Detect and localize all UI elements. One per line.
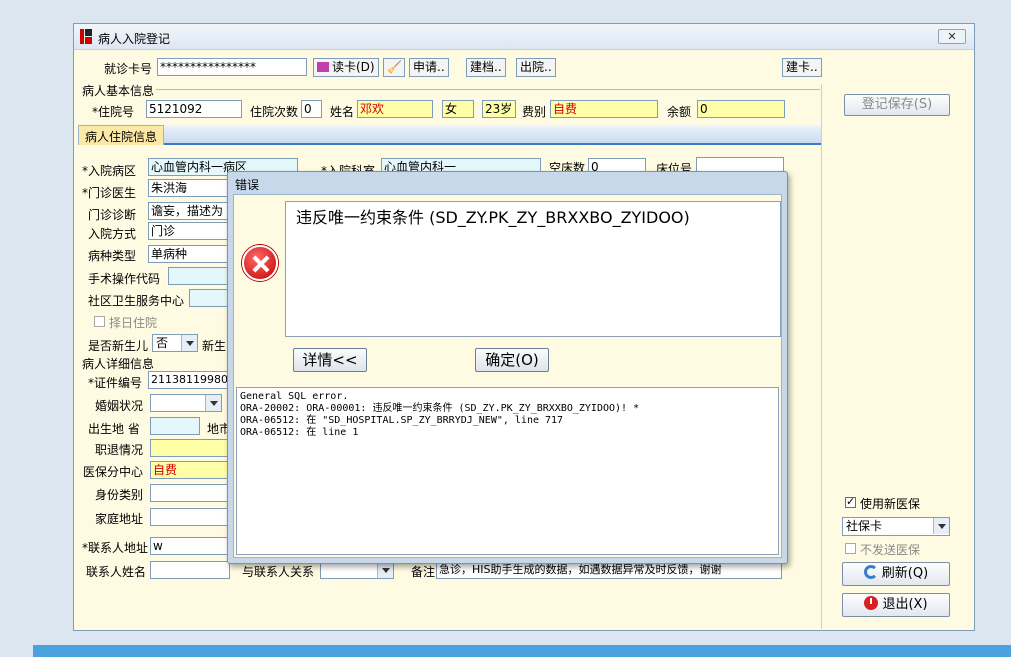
surgery-code-label: 手术操作代码: [88, 272, 161, 286]
balance-label: 余额: [667, 105, 692, 119]
build-card-button[interactable]: 建卡..: [782, 58, 822, 77]
card-number-label: 就诊卡号: [104, 62, 153, 76]
divider: [156, 89, 820, 90]
community-label: 社区卫生服务中心: [88, 294, 185, 308]
occupation-input[interactable]: [150, 439, 230, 457]
contact-address-input[interactable]: w: [150, 537, 230, 555]
dialog-title: 错误: [235, 178, 260, 192]
surgery-code-input[interactable]: [168, 267, 228, 285]
name-label: 姓名: [330, 105, 355, 119]
method-input[interactable]: 门诊: [148, 222, 228, 240]
marital-select[interactable]: [150, 394, 222, 412]
inpatient-no-input[interactable]: 5121092: [146, 100, 242, 118]
relation-label: 与联系人关系: [242, 565, 315, 579]
read-card-label: 读卡(D): [332, 60, 375, 74]
chevron-down-icon: [377, 562, 393, 578]
birthplace-label: 出生地 省: [88, 422, 140, 436]
address-input[interactable]: [150, 508, 230, 526]
error-dialog: 错误 违反唯一约束条件 (SD_ZY.PK_ZY_BRXXBO_ZYIDOO) …: [227, 171, 788, 564]
fee-type-input[interactable]: 自费: [550, 100, 658, 118]
id-label: 证件编号: [88, 374, 142, 391]
remark-label: 备注: [411, 565, 436, 579]
exit-label: 退出(X): [882, 597, 928, 612]
select-date-checkbox[interactable]: [94, 316, 105, 327]
newborn-suffix-label: 新生: [202, 339, 227, 353]
diagnosis-label: 门诊诊断: [88, 208, 137, 222]
times-label: 住院次数: [250, 105, 299, 119]
dialog-body: 违反唯一约束条件 (SD_ZY.PK_ZY_BRXXBO_ZYIDOO) 详情<…: [233, 194, 782, 558]
balance-input[interactable]: 0: [697, 100, 785, 118]
error-details: General SQL error. ORA-20002: ORA-00001:…: [236, 387, 779, 555]
card-reader-icon: [317, 62, 329, 72]
name-input[interactable]: 邓欢: [357, 100, 433, 118]
refresh-label: 刷新(Q): [881, 566, 929, 581]
read-card-button[interactable]: 读卡(D): [313, 58, 379, 77]
card-type-value: 社保卡: [846, 519, 883, 533]
use-new-insurance-label: 使用新医保: [860, 497, 921, 511]
newborn-label: 是否新生儿: [88, 339, 149, 353]
address-label: 家庭地址: [95, 512, 144, 526]
discharge-button[interactable]: 出院..: [516, 58, 556, 77]
chevron-down-icon: [205, 395, 221, 411]
identity-input[interactable]: [150, 484, 230, 502]
insurance-center-label: 医保分中心: [83, 465, 144, 479]
detail-section-title: 病人详细信息: [82, 357, 155, 371]
contact-name-label: 联系人姓名: [86, 565, 147, 579]
fee-type-label: 费别: [522, 105, 547, 119]
contact-address-label: 联系人地址: [82, 539, 148, 556]
refresh-button[interactable]: 刷新(Q): [842, 562, 950, 586]
doctor-input[interactable]: 朱洪海: [148, 179, 228, 197]
card-type-select[interactable]: 社保卡: [842, 517, 950, 536]
window-title: 病人入院登记: [98, 32, 171, 46]
insurance-center-input[interactable]: 自费: [150, 461, 230, 479]
tab-strip: 病人住院信息: [78, 125, 821, 145]
select-date-label: 择日住院: [109, 316, 158, 330]
disease-type-input[interactable]: 单病种: [148, 245, 228, 263]
app-icon: [80, 29, 92, 44]
inpatient-no-label: 住院号: [92, 103, 134, 120]
save-button[interactable]: 登记保存(S): [844, 94, 950, 116]
disease-type-label: 病种类型: [88, 249, 137, 263]
refresh-icon: [863, 565, 878, 579]
doctor-label: 门诊医生: [82, 184, 136, 201]
no-send-label: 不发送医保: [860, 543, 921, 557]
build-archive-button[interactable]: 建档..: [466, 58, 506, 77]
side-divider: [821, 84, 822, 629]
chevron-down-icon: [933, 518, 949, 534]
ok-button[interactable]: 确定(O): [475, 348, 549, 372]
ward-label: 入院病区: [82, 162, 136, 179]
exit-button[interactable]: 退出(X): [842, 593, 950, 617]
taskbar-strip: [33, 645, 1011, 657]
no-send-checkbox[interactable]: [845, 543, 856, 554]
sex-input[interactable]: 女: [442, 100, 474, 118]
details-button[interactable]: 详情<<: [293, 348, 367, 372]
tab-admission-info[interactable]: 病人住院信息: [78, 125, 165, 145]
community-input[interactable]: [189, 289, 229, 307]
apply-button[interactable]: 申请..: [409, 58, 449, 77]
contact-name-input[interactable]: [150, 561, 230, 579]
occupation-label: 职退情况: [95, 443, 144, 457]
power-icon: [864, 596, 879, 610]
method-label: 入院方式: [88, 227, 137, 241]
diagnosis-input[interactable]: 谵妄，描述为: [148, 202, 228, 220]
use-new-insurance-checkbox[interactable]: [845, 495, 856, 508]
newborn-value: 否: [156, 336, 169, 350]
newborn-select[interactable]: 否: [152, 334, 198, 352]
times-input[interactable]: 0: [301, 100, 322, 118]
error-message: 违反唯一约束条件 (SD_ZY.PK_ZY_BRXXBO_ZYIDOO): [285, 201, 781, 337]
age-input[interactable]: 23岁: [482, 100, 516, 118]
basic-section-title: 病人基本信息: [82, 84, 155, 98]
birthplace-province-input[interactable]: [150, 417, 200, 435]
chevron-down-icon: [181, 335, 197, 351]
broom-icon-button[interactable]: 🧹: [383, 58, 405, 77]
broom-icon: 🧹: [387, 60, 402, 74]
error-icon: [242, 245, 278, 281]
marital-label: 婚姻状况: [95, 399, 144, 413]
identity-label: 身份类别: [95, 488, 144, 502]
card-number-input[interactable]: ****************: [157, 58, 307, 76]
id-input[interactable]: 2113811998080: [148, 371, 228, 389]
title-bar: 病人入院登记 ✕: [74, 24, 974, 50]
close-button[interactable]: ✕: [938, 29, 966, 44]
